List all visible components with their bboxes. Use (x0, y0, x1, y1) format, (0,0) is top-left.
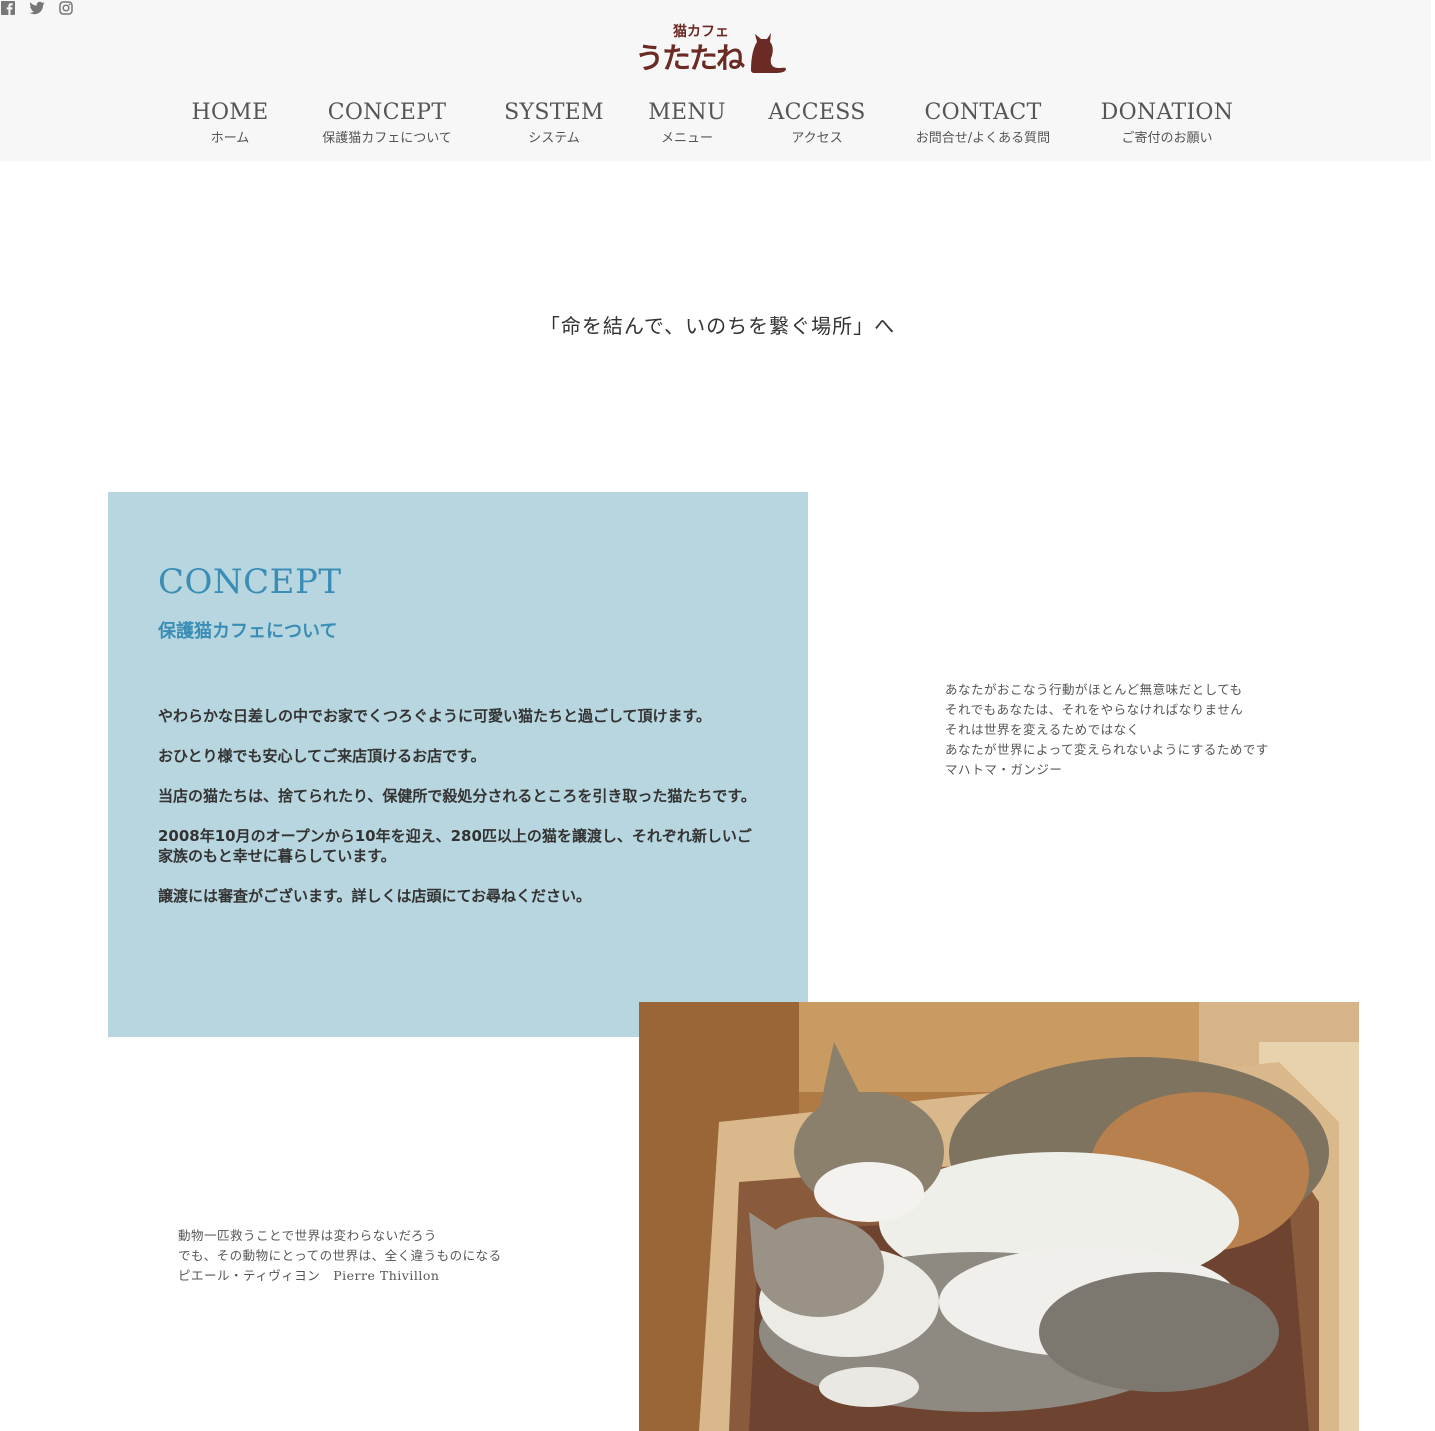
nav-donation-jp: ご寄付のお願い (1121, 131, 1213, 146)
quote-line: それでもあなたは、それをやらなければなりません (945, 702, 1244, 717)
site-logo[interactable]: 猫カフェ うたたね (633, 18, 789, 76)
instagram-icon[interactable] (58, 0, 74, 16)
logo-cat-icon (751, 33, 786, 73)
logo-small-text: 猫カフェ (673, 23, 729, 40)
concept-section: CONCEPT 保護猫カフェについて やわらかな日差しの中でお家でくつろぐように… (108, 492, 808, 1037)
site-header: 猫カフェ うたたね HOME ホーム CONCEPT 保護猫カフェについて SY… (0, 0, 1431, 161)
quote-author: マハトマ・ガンジー (945, 762, 1063, 777)
nav-home-jp: ホーム (210, 131, 250, 146)
logo-main-text: うたたね (635, 41, 745, 75)
quote-line: でも、その動物にとっての世界は、全く違うものになる (178, 1248, 502, 1263)
facebook-icon[interactable] (0, 0, 16, 16)
page-tagline: 「命を結んで、いのちを繋ぐ場所」へ (539, 314, 896, 338)
concept-body: やわらかな日差しの中でお家でくつろぐように可愛い猫たちと過ごして頂けます。 おひ… (158, 706, 758, 926)
sleeping-cats-photo (639, 1002, 1359, 1431)
quote-line: あなたがおこなう行動がほとんど無意味だとしても (945, 682, 1243, 697)
nav-donation-en: DONATION (1100, 100, 1234, 125)
concept-paragraph: 当店の猫たちは、捨てられたり、保健所で殺処分されるところを引き取った猫たちです。 (158, 787, 756, 805)
nav-access-en: ACCESS (768, 100, 866, 125)
quote-line: あなたが世界によって変えられないようにするためです (945, 742, 1269, 757)
concept-paragraph: 譲渡には審査がございます。詳しくは店頭にてお尋ねください。 (158, 887, 592, 905)
quote-line: 動物一匹救うことで世界は変わらないだろう (178, 1228, 437, 1243)
nav-item-donation[interactable]: DONATION ご寄付のお願い (1097, 98, 1237, 150)
nav-item-menu[interactable]: MENU メニュー (644, 98, 730, 150)
nav-home-en: HOME (191, 100, 269, 125)
concept-title: CONCEPT (158, 562, 342, 602)
social-links (0, 0, 74, 16)
gandhi-quote: あなたがおこなう行動がほとんど無意味だとしても それでもあなたは、それをやらなけ… (945, 680, 1269, 780)
quote-line: それは世界を変えるためではなく (945, 722, 1140, 737)
main-nav: HOME ホーム CONCEPT 保護猫カフェについて SYSTEM システム … (0, 98, 1431, 158)
nav-item-concept[interactable]: CONCEPT 保護猫カフェについて (312, 98, 462, 150)
nav-item-system[interactable]: SYSTEM システム (504, 98, 604, 150)
concept-paragraph: 2008年10月のオープンから10年を迎え、280匹以上の猫を譲渡し、それぞれ新… (158, 827, 752, 865)
nav-concept-en: CONCEPT (327, 100, 447, 125)
nav-access-jp: アクセス (791, 131, 843, 146)
nav-item-access[interactable]: ACCESS アクセス (767, 98, 867, 150)
nav-contact-jp: お問合せ/よくある質問 (915, 131, 1051, 146)
nav-item-home[interactable]: HOME ホーム (190, 98, 270, 150)
nav-concept-jp: 保護猫カフェについて (322, 131, 452, 146)
nav-system-en: SYSTEM (504, 100, 604, 125)
nav-item-contact[interactable]: CONTACT お問合せ/よくある質問 (903, 98, 1063, 150)
concept-paragraph: やわらかな日差しの中でお家でくつろぐように可愛い猫たちと過ごして頂けます。 (158, 707, 712, 725)
concept-subtitle: 保護猫カフェについて (158, 621, 338, 642)
twitter-icon[interactable] (29, 0, 45, 16)
thivillon-quote: 動物一匹救うことで世界は変わらないだろう でも、その動物にとっての世界は、全く違… (178, 1226, 502, 1286)
nav-menu-en: MENU (648, 100, 726, 125)
logo-mark: 猫カフェ うたたね (635, 23, 786, 75)
concept-paragraph: おひとり様でも安心してご来店頂けるお店です。 (158, 747, 486, 765)
nav-menu-jp: メニュー (660, 131, 713, 146)
nav-system-jp: システム (528, 131, 580, 146)
quote-author: ピエール・ティヴィヨン Pierre Thivillon (178, 1268, 440, 1283)
nav-contact-en: CONTACT (924, 100, 1042, 125)
